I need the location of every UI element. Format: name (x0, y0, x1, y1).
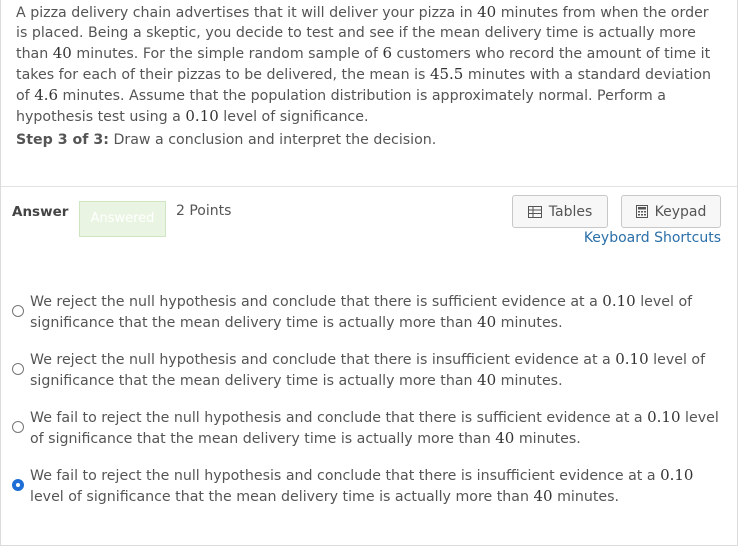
option-part: minutes. (552, 489, 620, 505)
question-number: 0.10 (185, 107, 219, 125)
option-text: We fail to reject the null hypothesis an… (30, 407, 720, 449)
question-number: 4.6 (34, 86, 59, 104)
option-part: We fail to reject the null hypothesis an… (30, 468, 661, 484)
option-part: We fail to reject the null hypothesis an… (30, 410, 648, 426)
option-number: 40 (477, 371, 497, 389)
question-number: 40 (477, 3, 497, 21)
question-text: A pizza delivery chain advertises that i… (16, 2, 724, 127)
option-number: 40 (533, 487, 553, 505)
tables-button[interactable]: Tables (512, 195, 608, 228)
option-number: 40 (477, 313, 497, 331)
option-text: We reject the null hypothesis and conclu… (30, 349, 720, 391)
option-number: 0.10 (647, 408, 681, 426)
keyboard-shortcuts-link[interactable]: Keyboard Shortcuts (584, 230, 721, 246)
option-part: We reject the null hypothesis and conclu… (30, 294, 603, 310)
step-instruction: Step 3 of 3: Draw a conclusion and inter… (16, 132, 436, 148)
answer-label: Answer (12, 204, 69, 220)
option-part: minutes. (514, 431, 581, 447)
option-radio[interactable] (12, 305, 24, 317)
answered-status-badge: Answered (79, 201, 166, 237)
section-divider (1, 186, 737, 187)
step-label: Step 3 of 3: (16, 132, 109, 148)
option-part: level of significance that the mean deli… (30, 489, 534, 505)
points-label: 2 Points (176, 203, 232, 219)
question-number: 45.5 (429, 65, 464, 83)
option-part: minutes. (496, 373, 563, 389)
option-number: 40 (495, 429, 515, 447)
table-grid-icon (527, 205, 542, 218)
option-radio[interactable] (12, 363, 24, 375)
calculator-icon (635, 205, 648, 218)
option-number: 0.10 (615, 350, 649, 368)
step-text: Draw a conclusion and interpret the deci… (108, 132, 437, 148)
option-number: 0.10 (660, 466, 694, 484)
option-text: We fail to reject the null hypothesis an… (30, 465, 720, 507)
option-part: We reject the null hypothesis and conclu… (30, 352, 616, 368)
option-radio-selected[interactable] (12, 479, 24, 491)
question-part: minutes. For the simple random sample of (71, 46, 383, 62)
question-part: A pizza delivery chain advertises that i… (16, 5, 478, 21)
option-text: We reject the null hypothesis and conclu… (30, 291, 720, 333)
keypad-button[interactable]: Keypad (621, 195, 721, 228)
keypad-button-label: Keypad (654, 203, 707, 220)
option-part: minutes. (496, 315, 563, 331)
option-number: 0.10 (602, 292, 636, 310)
tables-button-label: Tables (548, 203, 593, 220)
question-part: level of significance. (218, 109, 369, 125)
question-number: 40 (52, 44, 72, 62)
question-number: 6 (382, 44, 392, 62)
option-radio[interactable] (12, 421, 24, 433)
